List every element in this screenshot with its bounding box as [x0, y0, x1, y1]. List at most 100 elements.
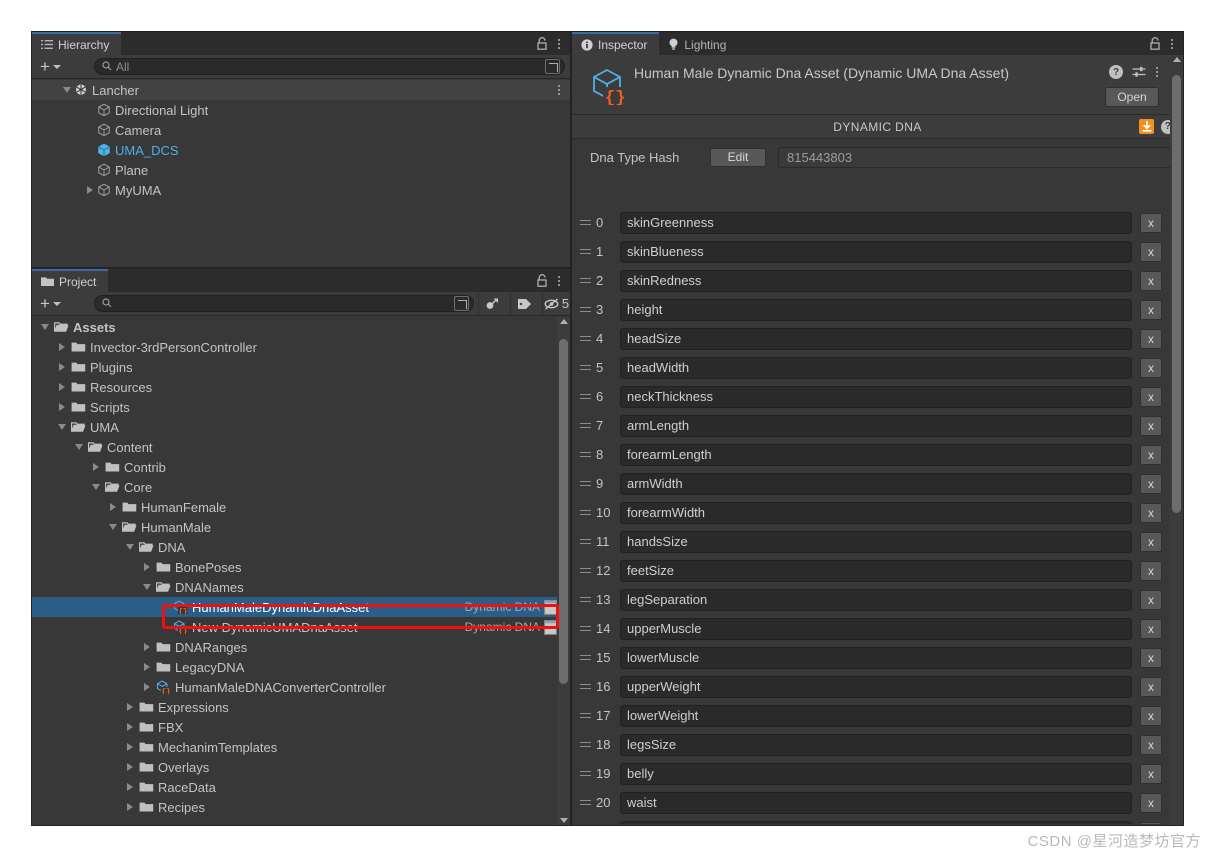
- remove-dna-name-button[interactable]: x: [1140, 386, 1162, 407]
- dna-name-row[interactable]: 13 legSeparation x: [572, 585, 1170, 614]
- project-folder-item[interactable]: Recipes: [32, 797, 557, 817]
- project-folder-item[interactable]: DNANames: [32, 577, 557, 597]
- preset-icon[interactable]: [1132, 65, 1146, 79]
- project-folder-item[interactable]: Core: [32, 477, 557, 497]
- hierarchy-item-camera[interactable]: Camera: [32, 120, 570, 140]
- dna-name-row[interactable]: 4 headSize x: [572, 324, 1170, 353]
- dna-name-input[interactable]: armWidth: [620, 472, 1132, 495]
- hierarchy-tree[interactable]: Lancher Directional Light Camera UMA_DCS…: [32, 80, 570, 267]
- project-folder-item[interactable]: Contrib: [32, 457, 557, 477]
- project-folder-item[interactable]: DNARanges: [32, 637, 557, 657]
- dna-name-input[interactable]: neckThickness: [620, 385, 1132, 408]
- remove-dna-name-button[interactable]: x: [1140, 444, 1162, 465]
- project-folder-item[interactable]: FBX: [32, 717, 557, 737]
- foldout-arrow[interactable]: [140, 584, 154, 590]
- foldout-arrow[interactable]: [123, 803, 137, 811]
- remove-dna-name-button[interactable]: x: [1140, 299, 1162, 320]
- remove-dna-name-button[interactable]: x: [1140, 531, 1162, 552]
- dna-name-row[interactable]: 3 height x: [572, 295, 1170, 324]
- dna-name-input[interactable]: legSeparation: [620, 588, 1132, 611]
- project-folder-item[interactable]: Resources: [32, 377, 557, 397]
- foldout-arrow[interactable]: [60, 87, 74, 93]
- dna-name-row[interactable]: 19 belly x: [572, 759, 1170, 788]
- foldout-arrow[interactable]: [123, 763, 137, 771]
- project-folder-item[interactable]: UMA: [32, 417, 557, 437]
- drag-handle-icon[interactable]: [578, 800, 594, 805]
- drag-handle-icon[interactable]: [578, 626, 594, 631]
- drag-handle-icon[interactable]: [578, 307, 594, 312]
- foldout-arrow[interactable]: [83, 186, 97, 194]
- help-icon[interactable]: ?: [1109, 65, 1123, 79]
- drag-handle-icon[interactable]: [578, 220, 594, 225]
- dna-name-row[interactable]: 14 upperMuscle x: [572, 614, 1170, 643]
- drag-handle-icon[interactable]: [578, 742, 594, 747]
- hidden-packages-icon[interactable]: 5: [541, 292, 570, 315]
- remove-dna-name-button[interactable]: x: [1140, 270, 1162, 291]
- project-scrollbar[interactable]: [557, 317, 570, 825]
- remove-dna-name-button[interactable]: x: [1140, 589, 1162, 610]
- inspector-scrollbar[interactable]: [1170, 55, 1183, 825]
- foldout-arrow[interactable]: [140, 683, 154, 691]
- foldout-arrow[interactable]: [123, 723, 137, 731]
- remove-dna-name-button[interactable]: x: [1140, 705, 1162, 726]
- drag-handle-icon[interactable]: [578, 713, 594, 718]
- dna-type-hash-edit-button[interactable]: Edit: [710, 147, 766, 167]
- dna-name-row[interactable]: 1 skinBlueness x: [572, 237, 1170, 266]
- drag-handle-icon[interactable]: [578, 684, 594, 689]
- dna-name-row[interactable]: 0 skinGreenness x: [572, 208, 1170, 237]
- dna-name-input[interactable]: forearmWidth: [620, 501, 1132, 524]
- dna-name-row[interactable]: 5 headWidth x: [572, 353, 1170, 382]
- remove-dna-name-button[interactable]: x: [1140, 212, 1162, 233]
- remove-dna-name-button[interactable]: x: [1140, 357, 1162, 378]
- dna-name-input[interactable]: upperMuscle: [620, 617, 1132, 640]
- hierarchy-item-directional-light[interactable]: Directional Light: [32, 100, 570, 120]
- dna-name-input[interactable]: upperWeight: [620, 675, 1132, 698]
- project-asset-item[interactable]: {} HumanMaleDynamicDnaAsset Dynamic DNA: [32, 597, 557, 617]
- foldout-arrow[interactable]: [89, 463, 103, 471]
- dna-name-input[interactable]: headWidth: [620, 356, 1132, 379]
- download-badge-icon[interactable]: [1139, 119, 1154, 134]
- foldout-arrow[interactable]: [55, 343, 69, 351]
- tab-hierarchy[interactable]: Hierarchy: [32, 32, 122, 55]
- drag-handle-icon[interactable]: [578, 452, 594, 457]
- dna-name-row[interactable]: 21gluteusSizex: [572, 817, 1170, 824]
- foldout-arrow[interactable]: [106, 524, 120, 530]
- dna-name-input[interactable]: gluteusSize: [620, 820, 1132, 824]
- dna-name-row[interactable]: 8 forearmLength x: [572, 440, 1170, 469]
- drag-handle-icon[interactable]: [578, 655, 594, 660]
- create-asset-button[interactable]: +: [37, 295, 64, 312]
- create-gameobject-button[interactable]: +: [37, 58, 64, 75]
- remove-dna-name-button[interactable]: x: [1140, 647, 1162, 668]
- dna-name-row[interactable]: 18 legsSize x: [572, 730, 1170, 759]
- dna-name-input[interactable]: handsSize: [620, 530, 1132, 553]
- foldout-arrow[interactable]: [55, 363, 69, 371]
- dna-name-input[interactable]: height: [620, 298, 1132, 321]
- lock-icon[interactable]: [536, 274, 548, 288]
- kebab-menu-icon[interactable]: [1170, 37, 1174, 51]
- foldout-arrow[interactable]: [123, 703, 137, 711]
- dna-name-input[interactable]: skinGreenness: [620, 211, 1132, 234]
- dna-name-input[interactable]: lowerWeight: [620, 704, 1132, 727]
- project-folder-item[interactable]: HumanFemale: [32, 497, 557, 517]
- tab-lighting[interactable]: Lighting: [659, 32, 739, 55]
- project-asset-item[interactable]: {} New DynamicUMADnaAsset Dynamic DNA: [32, 617, 557, 637]
- dna-name-row[interactable]: 6 neckThickness x: [572, 382, 1170, 411]
- project-folder-item[interactable]: LegacyDNA: [32, 657, 557, 677]
- dna-name-row[interactable]: 15 lowerMuscle x: [572, 643, 1170, 672]
- dna-name-input[interactable]: feetSize: [620, 559, 1132, 582]
- inspector-scrollbar-thumb[interactable]: [1172, 75, 1181, 513]
- project-tree[interactable]: Assets Invector-3rdPersonController Plugin…: [32, 317, 557, 825]
- project-folder-item[interactable]: BonePoses: [32, 557, 557, 577]
- remove-dna-name-button[interactable]: x: [1140, 792, 1162, 813]
- kebab-menu-icon[interactable]: [557, 37, 561, 51]
- project-folder-item[interactable]: DNA: [32, 537, 557, 557]
- foldout-arrow[interactable]: [123, 743, 137, 751]
- scroll-up-arrow-icon[interactable]: [1173, 57, 1181, 62]
- tab-inspector[interactable]: Inspector: [572, 32, 660, 55]
- project-folder-item[interactable]: RaceData: [32, 777, 557, 797]
- scroll-down-arrow-icon[interactable]: [560, 818, 568, 823]
- remove-dna-name-button[interactable]: x: [1140, 502, 1162, 523]
- remove-dna-name-button[interactable]: x: [1140, 328, 1162, 349]
- search-expand-icon[interactable]: [453, 296, 469, 311]
- project-folder-item[interactable]: Expressions: [32, 697, 557, 717]
